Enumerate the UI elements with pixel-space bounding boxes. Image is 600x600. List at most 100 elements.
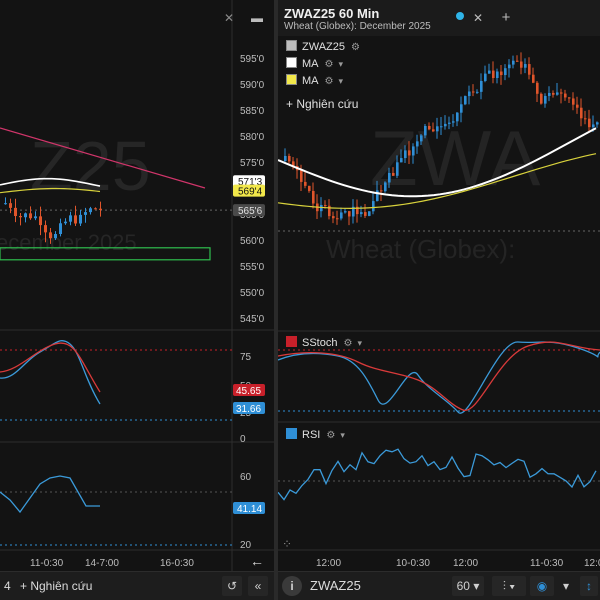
chevron-down-icon[interactable]: ▾ bbox=[338, 76, 343, 86]
legend-swatch bbox=[286, 336, 297, 347]
chevron-down-icon[interactable]: ▾ bbox=[340, 430, 345, 440]
candle-body bbox=[432, 129, 435, 132]
candle-body bbox=[464, 96, 467, 105]
chevron-down-icon[interactable]: ▾ bbox=[338, 59, 343, 69]
right-close-icon[interactable]: ✕ bbox=[470, 8, 486, 28]
symbol-input[interactable]: ZWAZ25 bbox=[310, 572, 361, 600]
price-tag-label: 569'4 bbox=[238, 187, 263, 198]
time-tick-label: 14-7:00 bbox=[85, 558, 119, 569]
legend-swatch bbox=[286, 57, 297, 68]
candle-body bbox=[392, 172, 395, 176]
candle-body bbox=[584, 118, 587, 120]
candle-body bbox=[24, 213, 27, 218]
legend-item-symbol[interactable]: ZWAZ25 ⚙ bbox=[286, 40, 360, 54]
candle-body bbox=[424, 125, 427, 136]
left-toolbar-count: 4 bbox=[4, 579, 11, 593]
candle-body bbox=[74, 215, 77, 224]
candle-body bbox=[500, 71, 503, 76]
add-chart-icon[interactable]: + bbox=[498, 8, 514, 28]
info-icon[interactable]: i bbox=[282, 576, 302, 596]
candle-body bbox=[488, 70, 491, 74]
left-window-icon[interactable]: ▬ bbox=[248, 8, 266, 28]
candle-body bbox=[360, 212, 363, 215]
rsi-tag-label: 41.14 bbox=[237, 504, 262, 515]
candle-body bbox=[404, 150, 407, 159]
candle-body bbox=[492, 70, 495, 79]
right-chart-panel[interactable]: ZWA Wheat (Globex): 12:00 10-0:30 12:00 11-0:… bbox=[278, 0, 600, 600]
left-add-study-button[interactable]: + Nghiên cứu bbox=[20, 572, 92, 600]
candle-body bbox=[300, 170, 303, 182]
chevron-down-icon[interactable]: ▾ bbox=[558, 576, 574, 596]
legend-swatch bbox=[286, 74, 297, 85]
price-tick-label: 580'0 bbox=[240, 132, 265, 143]
candle-body bbox=[416, 141, 419, 147]
left-add-study-label: Nghiên cứu bbox=[30, 579, 93, 593]
candle-body bbox=[520, 61, 523, 68]
candle-body bbox=[344, 211, 347, 213]
arrow-left-icon: ← bbox=[250, 553, 264, 569]
price-tick-label: 575'0 bbox=[240, 158, 265, 169]
chart-type-icon[interactable]: ⫶ ▾ bbox=[492, 576, 526, 596]
gear-icon[interactable]: ⚙ bbox=[351, 42, 360, 53]
candle-body bbox=[516, 60, 519, 62]
time-tick-label: 16-0:30 bbox=[160, 558, 194, 569]
gear-icon[interactable]: ⚙ bbox=[325, 76, 334, 87]
vertical-scale-icon[interactable]: ↕ bbox=[580, 576, 598, 596]
candle-body bbox=[420, 135, 423, 142]
legend-item-ma-white[interactable]: MA ⚙ ▾ bbox=[286, 57, 343, 71]
candle-body bbox=[336, 218, 339, 220]
sstoch-legend[interactable]: SStoch ⚙ ▾ bbox=[286, 336, 362, 350]
candle-body bbox=[39, 216, 42, 226]
candle-body bbox=[568, 97, 571, 99]
candle-body bbox=[14, 207, 17, 217]
candle-body bbox=[480, 80, 483, 92]
candle-body bbox=[94, 208, 97, 210]
candle-body bbox=[284, 155, 287, 161]
eye-off-icon[interactable]: ◉ bbox=[530, 576, 554, 596]
time-tick-label: 12:00 bbox=[453, 558, 478, 569]
candle-body bbox=[9, 203, 12, 208]
plus-icon: + bbox=[20, 579, 31, 593]
legend-item-ma-yellow[interactable]: MA ⚙ ▾ bbox=[286, 74, 343, 88]
candle-body bbox=[400, 158, 403, 163]
right-add-study-button[interactable]: + Nghiên cứu bbox=[286, 97, 358, 111]
watermark-contract: ecember 2025 bbox=[0, 230, 137, 255]
price-tick-label: 560'0 bbox=[240, 236, 265, 247]
gear-icon[interactable]: ⚙ bbox=[326, 430, 335, 441]
candle-body bbox=[472, 91, 475, 93]
stoch-tag-label: 45.65 bbox=[236, 386, 261, 397]
stoch-d-line bbox=[278, 341, 600, 411]
candle-body bbox=[49, 232, 52, 239]
gear-icon[interactable]: ⚙ bbox=[343, 338, 352, 349]
rsi-line bbox=[0, 475, 100, 514]
chart-title: ZWAZ25 60 Min bbox=[284, 6, 380, 21]
candle-body bbox=[512, 60, 515, 65]
candle-body bbox=[468, 91, 471, 97]
chart-subtitle: Wheat (Globex): December 2025 bbox=[284, 21, 431, 32]
rsi-label: RSI bbox=[302, 429, 321, 441]
candle-body bbox=[540, 93, 543, 104]
reset-icon[interactable]: ↺ bbox=[222, 576, 242, 596]
left-close-icon[interactable]: ✕ bbox=[220, 8, 238, 28]
left-chart-canvas[interactable]: Z25 ecember 2025 595'0 590'0 585'0 580'0 575'0… bbox=[0, 0, 274, 572]
rsi-line bbox=[278, 448, 597, 501]
candle-body bbox=[588, 118, 591, 128]
price-tick-label: 545'0 bbox=[240, 314, 265, 325]
candle-body bbox=[388, 172, 391, 183]
chevron-down-icon[interactable]: ▾ bbox=[357, 338, 362, 348]
candle-body bbox=[508, 64, 511, 69]
gear-icon[interactable]: ⚙ bbox=[325, 59, 334, 70]
rsi-legend[interactable]: RSI ⚙ ▾ bbox=[286, 428, 345, 442]
price-tick-label: 595'0 bbox=[240, 54, 265, 65]
candle-body bbox=[504, 68, 507, 76]
left-chart-panel[interactable]: Z25 ecember 2025 595'0 590'0 585'0 580'0 575'0… bbox=[0, 0, 274, 600]
candle-body bbox=[548, 92, 551, 96]
watermark-symbol: ZWA bbox=[370, 114, 540, 202]
candle-body bbox=[368, 211, 371, 216]
interval-select[interactable]: 60 ▾ bbox=[452, 576, 484, 596]
candle-body bbox=[428, 125, 431, 130]
collapse-icon[interactable]: « bbox=[248, 576, 268, 596]
interval-value: 60 bbox=[456, 579, 470, 593]
price-tick-label: 585'0 bbox=[240, 106, 265, 117]
time-tick-label: 12:00 bbox=[584, 558, 600, 569]
